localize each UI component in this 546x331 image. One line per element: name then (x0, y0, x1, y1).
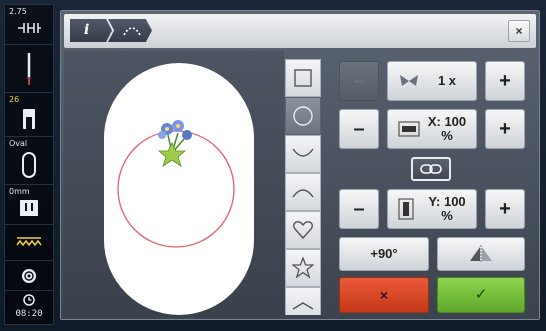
plus-label: + (499, 118, 511, 140)
scale-y-value-button[interactable]: Y: 100 % (387, 189, 477, 229)
status-sidebar: 2.75 26 Oval 0mm 08:20 (4, 4, 54, 325)
hoop-label: Oval (9, 139, 28, 148)
minus-label: – (353, 70, 365, 92)
scale-x-plus-button[interactable]: + (485, 109, 525, 149)
repeat-count-button[interactable]: 1 x (387, 61, 477, 101)
shape-heart-button[interactable] (285, 211, 321, 249)
square-icon (294, 69, 312, 87)
feed-dog-icon (5, 235, 53, 249)
info-tab[interactable]: i (70, 19, 112, 42)
scale-y-minus-button[interactable]: – (339, 189, 379, 229)
shape-arc-down-button[interactable] (285, 135, 321, 173)
minus-label: – (353, 118, 365, 140)
minus-label: – (353, 198, 365, 220)
mirror-button[interactable] (437, 237, 525, 271)
shape-more-button[interactable] (285, 287, 321, 315)
rotate-button[interactable]: +90° (339, 237, 429, 271)
shape-arc-up-button[interactable] (285, 173, 321, 211)
butterfly-icon (400, 75, 418, 86)
hoop-status[interactable]: Oval (5, 137, 53, 185)
confirm-button[interactable]: ✓ (437, 277, 525, 313)
proportional-link-button[interactable] (411, 157, 451, 181)
hoop-preview[interactable] (64, 51, 284, 317)
confirm-label: ✓ (474, 286, 488, 303)
stitch-width-value: 0mm (9, 187, 30, 196)
scale-x-value-button[interactable]: X: 100 % (387, 109, 477, 149)
repeat-minus-button[interactable]: – (339, 61, 379, 101)
scale-y-value: Y: 100 % (428, 194, 466, 223)
scale-y-plus-button[interactable]: + (485, 189, 525, 229)
scale-x-minus-button[interactable]: – (339, 109, 379, 149)
star-icon (292, 257, 314, 279)
needle-icon (5, 53, 53, 85)
arc-down-icon (292, 148, 314, 157)
stitch-plate-icon (5, 199, 53, 217)
edit-dialog: i × – 1 x + – X: 100 % + – Y: 100 % + +9… (60, 10, 540, 320)
feed-dog-status[interactable] (5, 225, 53, 261)
oval-hoop-icon (5, 151, 53, 179)
cancel-label: × (379, 287, 389, 303)
link-icon (420, 164, 442, 174)
clock-status[interactable]: 08:20 (5, 291, 53, 325)
height-scale-icon (398, 198, 414, 220)
arc-path-icon (123, 26, 141, 35)
shape-star-button[interactable] (285, 249, 321, 287)
repeat-count: 1 x (437, 73, 457, 88)
clock-time: 08:20 (15, 309, 43, 319)
arc-up-icon (292, 189, 314, 198)
clock-icon (5, 294, 53, 306)
bobbin-icon (5, 267, 53, 285)
stitch-plate-status[interactable]: 0mm (5, 185, 53, 225)
bobbin-status[interactable] (5, 261, 53, 291)
needle-value: 2.75 (9, 7, 27, 16)
plus-label: + (499, 70, 511, 92)
hoop-oval (104, 63, 254, 315)
presser-foot-icon (5, 107, 53, 131)
needle-thread-status[interactable]: 2.75 (5, 5, 53, 45)
width-scale-icon (398, 121, 420, 137)
presser-foot-status[interactable]: 26 (5, 93, 53, 137)
plus-label: + (499, 198, 511, 220)
thread-tension-icon (5, 19, 53, 37)
presser-foot-number: 26 (9, 95, 20, 104)
shape-circle-button[interactable] (285, 97, 321, 135)
cancel-button[interactable]: × (339, 277, 429, 313)
more-shapes-icon (292, 302, 314, 310)
arc-tab[interactable] (108, 19, 152, 42)
mirror-icon (470, 245, 492, 263)
needle-status[interactable] (5, 45, 53, 93)
dialog-titlebar: i × (64, 14, 536, 48)
repeat-plus-button[interactable]: + (485, 61, 525, 101)
close-button[interactable]: × (508, 20, 530, 42)
heart-icon (293, 221, 313, 240)
circle-icon (293, 106, 313, 126)
shape-selector[interactable] (285, 59, 321, 315)
shape-square-button[interactable] (285, 59, 321, 97)
scale-x-value: X: 100 % (427, 114, 467, 143)
rotate-label: +90° (370, 246, 398, 261)
